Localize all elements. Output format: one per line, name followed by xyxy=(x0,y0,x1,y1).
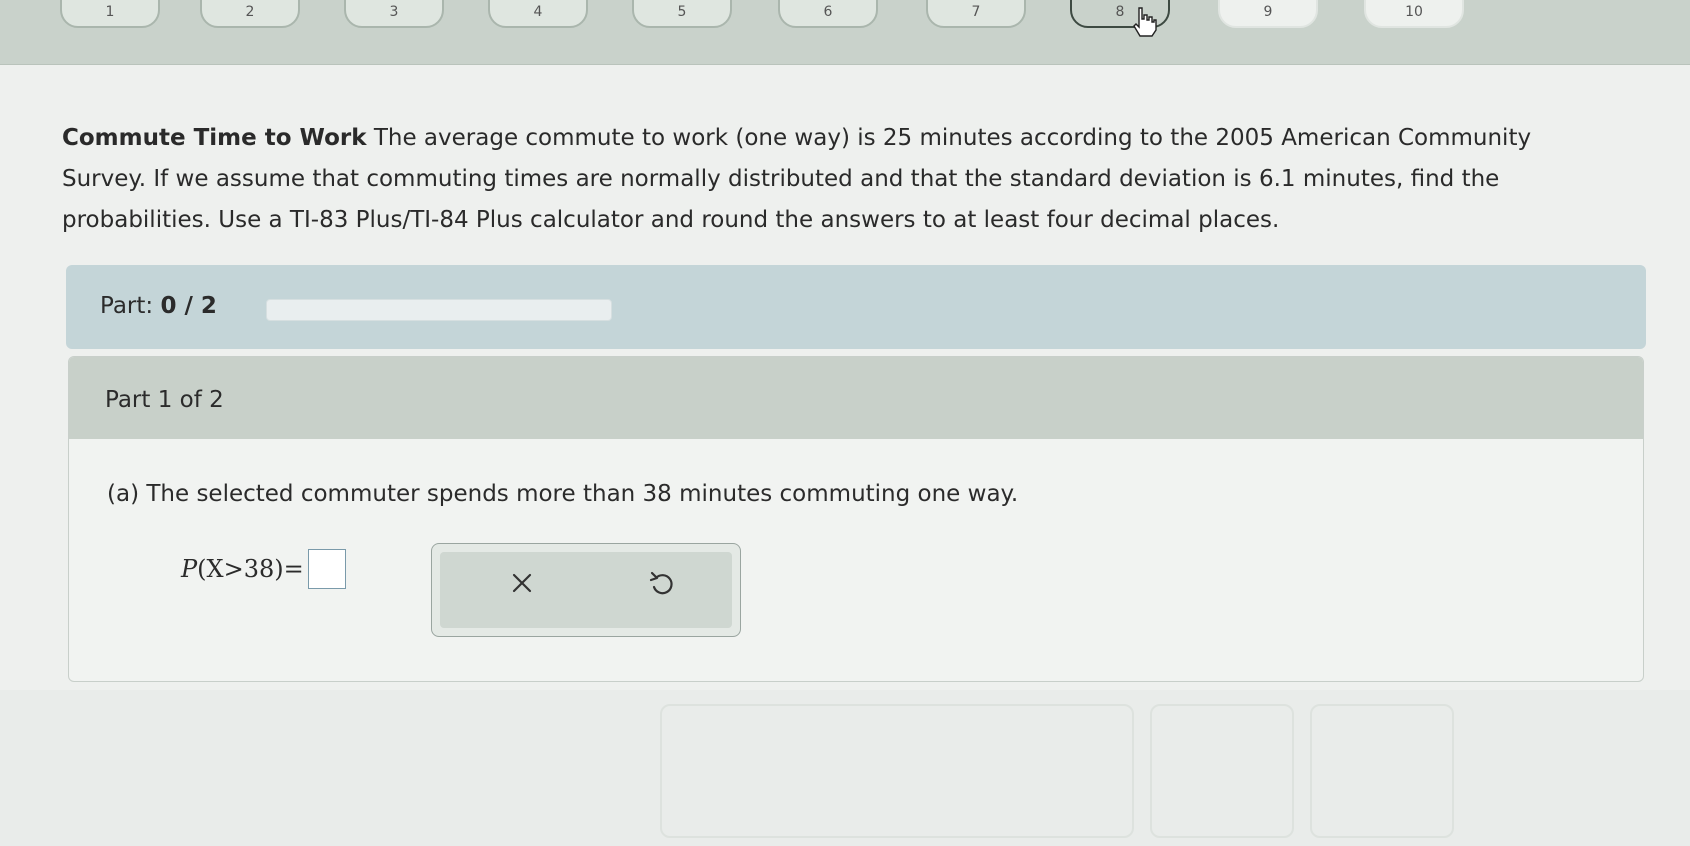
part-1-title: Part 1 of 2 xyxy=(105,387,224,413)
part-1-header: Part 1 of 2 xyxy=(69,357,1643,439)
background-ghost-panel xyxy=(1310,704,1454,838)
question-nav-button[interactable]: 1 xyxy=(60,0,160,28)
math-p: P xyxy=(181,555,198,583)
question-text: Commute Time to Work The average commute… xyxy=(62,118,1622,241)
undo-icon xyxy=(649,571,673,595)
question-title: Commute Time to Work xyxy=(62,125,367,151)
question-nav-button[interactable]: 2 xyxy=(200,0,300,28)
question-nav-button[interactable]: 9 xyxy=(1218,0,1318,28)
clear-answer-button[interactable] xyxy=(492,558,552,608)
close-icon xyxy=(512,573,532,593)
progress-bar xyxy=(266,299,612,321)
question-nav-button[interactable]: 7 xyxy=(926,0,1026,28)
answer-row: P(X>38)= xyxy=(181,549,346,589)
math-inner: (X>38) xyxy=(197,555,284,583)
undo-button[interactable] xyxy=(632,558,692,608)
question-nav-button[interactable]: 10 xyxy=(1364,0,1464,28)
question-nav-button[interactable]: 5 xyxy=(632,0,732,28)
probability-expression: P(X>38)= xyxy=(181,555,304,583)
part-1-section: Part 1 of 2 (a) The selected commuter sp… xyxy=(68,356,1644,682)
math-equals: = xyxy=(283,555,304,583)
question-nav-button[interactable]: 4 xyxy=(488,0,588,28)
hand-cursor-icon xyxy=(1133,7,1157,37)
question-nav-strip: 1 2 3 4 5 6 7 8 9 10 xyxy=(0,0,1690,65)
lower-background xyxy=(0,690,1690,846)
sub-question-a: (a) The selected commuter spends more th… xyxy=(107,481,1019,507)
part-progress-count: 0 / 2 xyxy=(160,293,217,319)
background-ghost-panel xyxy=(660,704,1134,838)
part-progress-panel: Part: 0 / 2 xyxy=(66,265,1646,349)
answer-input[interactable] xyxy=(307,549,346,589)
answer-actions-panel xyxy=(431,543,741,637)
question-nav-button[interactable]: 3 xyxy=(344,0,444,28)
part-label-text: Part: xyxy=(100,293,154,319)
part-progress-label: Part: 0 / 2 xyxy=(100,293,217,319)
question-nav-button[interactable]: 6 xyxy=(778,0,878,28)
background-ghost-panel xyxy=(1150,704,1294,838)
